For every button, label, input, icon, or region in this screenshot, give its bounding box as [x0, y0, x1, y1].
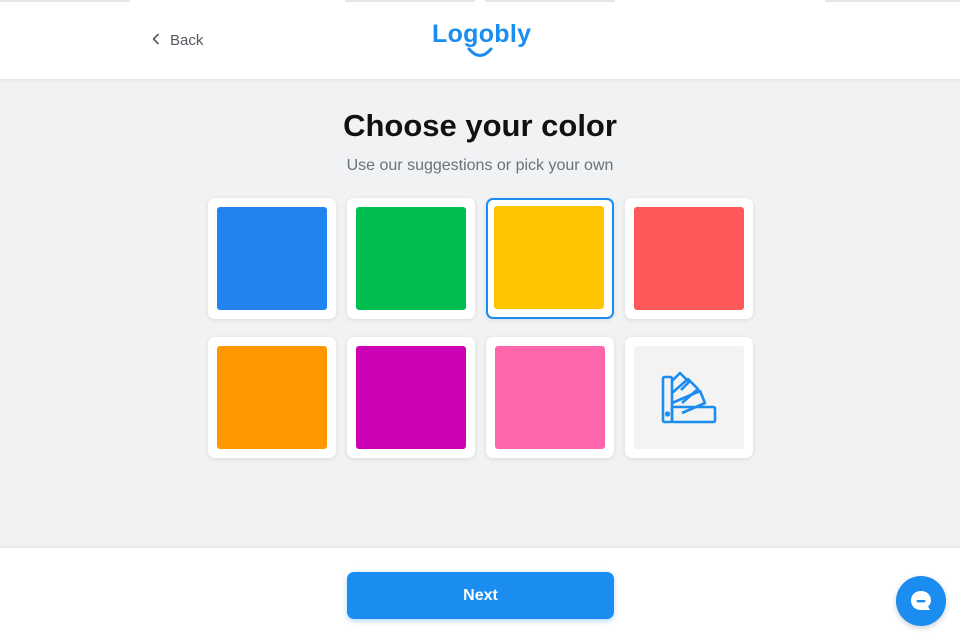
- back-button[interactable]: Back: [150, 29, 203, 51]
- color-swatch-pink[interactable]: [486, 337, 614, 458]
- swatch-fill: [494, 206, 604, 309]
- logo[interactable]: Logobly: [432, 16, 532, 64]
- color-swatch-orange[interactable]: [208, 337, 336, 458]
- top-stripe: [485, 0, 615, 2]
- swatch-fill: [217, 207, 327, 310]
- swatch-fill: [356, 207, 466, 310]
- chat-button[interactable]: [896, 576, 946, 626]
- header: Back Logobly: [0, 0, 960, 79]
- back-label: Back: [170, 31, 204, 49]
- page-subtitle: Use our suggestions or pick your own: [346, 157, 614, 174]
- swatch-fill: [217, 346, 327, 449]
- color-palette-fan-icon: [661, 371, 717, 423]
- color-swatch-yellow[interactable]: [486, 198, 614, 319]
- color-swatch-red[interactable]: [625, 198, 753, 319]
- custom-color-picker-bg: [634, 346, 744, 449]
- color-swatch-green[interactable]: [347, 198, 475, 319]
- logo-smile-icon: [467, 47, 493, 57]
- next-button[interactable]: Next: [347, 572, 614, 619]
- page-title: Choose your color: [343, 108, 617, 143]
- logo-text: Logobly: [432, 20, 532, 48]
- top-stripe: [345, 0, 475, 2]
- chevron-left-icon: [150, 32, 162, 49]
- top-stripe: [0, 0, 130, 2]
- custom-color-picker[interactable]: [625, 337, 753, 458]
- chat-bubble-icon: [911, 591, 931, 610]
- color-swatch-blue[interactable]: [208, 198, 336, 319]
- color-grid: [208, 198, 753, 458]
- color-swatch-purple[interactable]: [347, 337, 475, 458]
- swatch-fill: [634, 207, 744, 310]
- top-stripe: [825, 0, 960, 2]
- swatch-fill: [356, 346, 466, 449]
- swatch-fill: [495, 346, 605, 449]
